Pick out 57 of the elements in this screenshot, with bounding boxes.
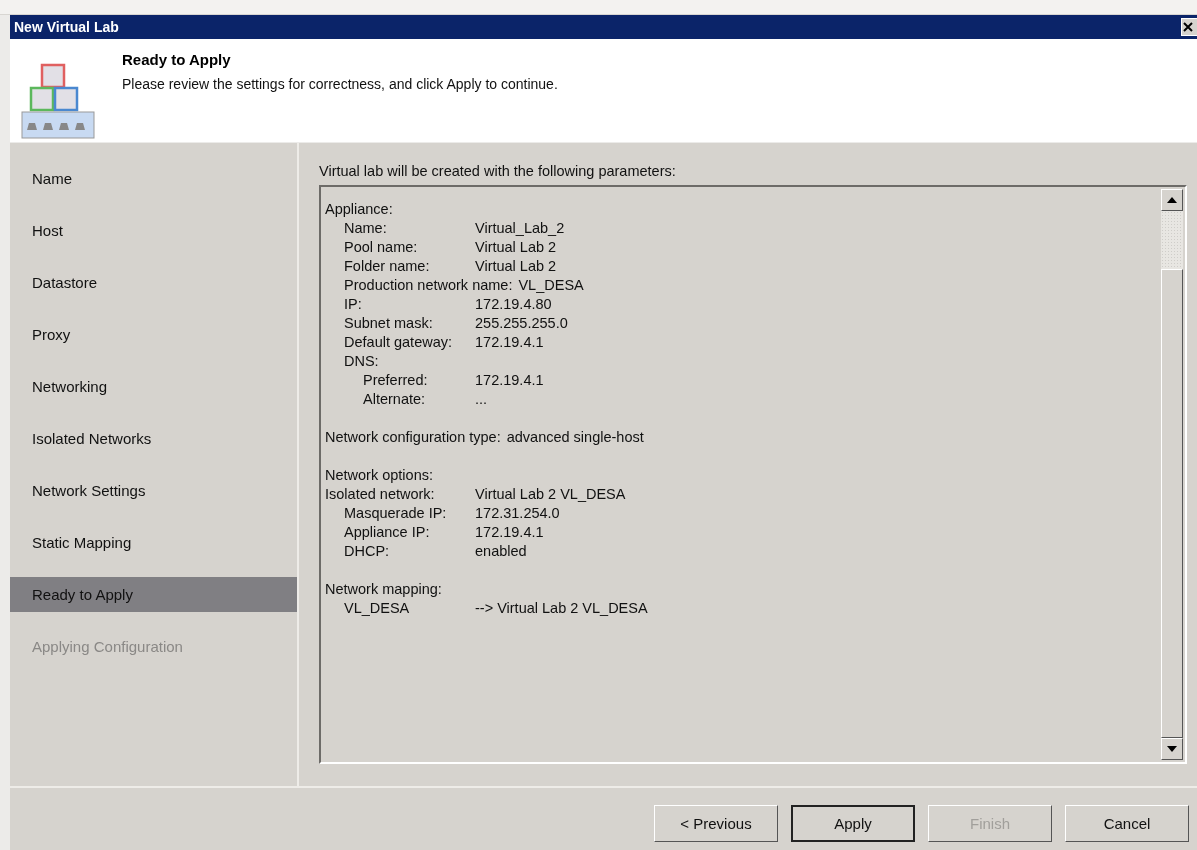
wizard-step[interactable]: Name (10, 161, 297, 196)
page-title: Ready to Apply (122, 51, 232, 68)
summary-label: DHCP: (344, 542, 391, 559)
summary-value: Virtual_Lab_2 (475, 219, 565, 236)
summary-value: 172.19.4.1 (475, 333, 544, 350)
summary-value: Virtual Lab 2 (475, 257, 557, 274)
scroll-down-button[interactable] (1161, 738, 1183, 760)
scroll-up-button[interactable] (1161, 189, 1183, 211)
summary-label: Default gateway: (344, 333, 453, 350)
summary-label: Name: (344, 219, 388, 236)
scrollbar-thumb[interactable] (1161, 269, 1183, 738)
summary-label: Alternate: (363, 390, 427, 407)
summary-value: 172.19.4.1 (475, 523, 544, 540)
summary-value: 172.19.4.1 (475, 371, 544, 388)
summary-value: 172.31.254.0 (475, 504, 560, 521)
summary-value: advanced single-host (506, 428, 644, 445)
summary-label: Network configuration type: (325, 428, 501, 445)
up-arrow-icon (1167, 197, 1177, 203)
summary-label: Isolated network: (325, 485, 436, 502)
summary-value: 172.19.4.80 (475, 295, 552, 312)
wizard-step[interactable]: Network Settings (10, 473, 297, 508)
summary-value: ... (475, 390, 488, 407)
wizard-step[interactable]: Networking (10, 369, 297, 404)
summary-label: Appliance: (325, 200, 393, 217)
summary-label: Preferred: (363, 371, 429, 388)
summary-label: Appliance IP: (344, 523, 431, 540)
wizard-step[interactable]: Datastore (10, 265, 297, 300)
wizard-button[interactable]: Apply (791, 804, 915, 842)
summary-label: Masquerade IP: (344, 504, 448, 521)
summary-value: VL_DESA (518, 276, 584, 293)
summary-value: enabled (475, 542, 527, 559)
wizard-step[interactable]: Isolated Networks (10, 421, 297, 456)
vertical-scrollbar[interactable] (1161, 189, 1183, 760)
wizard-step[interactable]: Host (10, 213, 297, 248)
summary-label: Network mapping: (325, 580, 442, 597)
summary-label: Production network name: (344, 276, 513, 293)
wizard-button[interactable]: < Previous (654, 804, 778, 842)
summary-caption: Virtual lab will be created with the following parameters: (319, 163, 677, 179)
close-button[interactable] (1181, 18, 1197, 36)
wizard-step[interactable]: Ready to Apply (10, 577, 297, 612)
summary-label: Pool name: (344, 238, 419, 255)
summary-value: Virtual Lab 2 VL_DESA (475, 485, 626, 502)
summary-label: VL_DESA (344, 599, 411, 616)
summary-value: 255.255.255.0 (475, 314, 568, 331)
window-title: New Virtual Lab (14, 19, 119, 35)
wizard-step[interactable]: Proxy (10, 317, 297, 352)
summary-label: Subnet mask: (344, 314, 434, 331)
summary-label: Folder name: (344, 257, 431, 274)
down-arrow-icon (1167, 746, 1177, 752)
summary-label: Network options: (325, 466, 433, 483)
summary-value: --> Virtual Lab 2 VL_DESA (475, 599, 648, 616)
page-subtitle: Please review the settings for correctness, and click Apply to continue. (122, 76, 558, 92)
summary-label: IP: (344, 295, 363, 312)
wizard-button[interactable]: Cancel (1065, 804, 1189, 842)
wizard-step[interactable]: Static Mapping (10, 525, 297, 560)
summary-value: Virtual Lab 2 (475, 238, 557, 255)
summary-label: DNS: (344, 352, 379, 369)
